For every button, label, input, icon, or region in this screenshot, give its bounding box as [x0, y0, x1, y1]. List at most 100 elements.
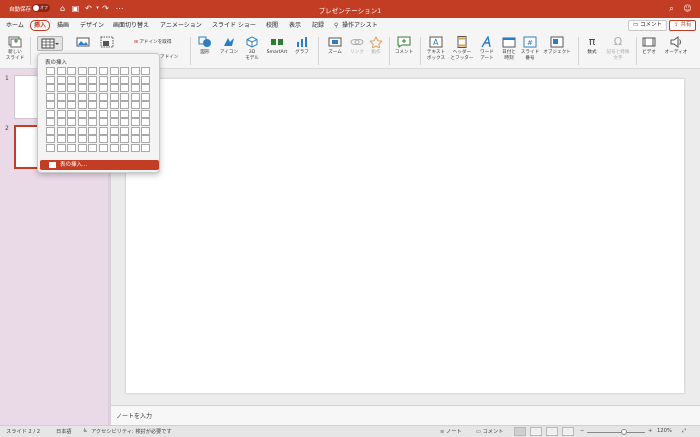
tab-record[interactable]: 記録 [312, 20, 324, 31]
table-grid-cell[interactable] [120, 143, 130, 152]
table-grid-cell[interactable] [99, 67, 108, 75]
table-grid-cell[interactable] [130, 118, 140, 126]
table-grid-cell[interactable] [130, 126, 140, 135]
table-grid-cell[interactable] [67, 75, 77, 84]
tab-draw[interactable]: 描画 [57, 20, 69, 31]
fit-to-window-icon[interactable]: ⤢ [682, 428, 686, 435]
smartart-button[interactable]: SmartArt [264, 36, 290, 56]
table-grid-cell[interactable] [130, 143, 140, 152]
table-grid-cell[interactable] [141, 84, 151, 92]
table-grid-cell[interactable] [67, 143, 77, 152]
table-grid-cell[interactable] [46, 118, 55, 126]
icons-button[interactable]: アイコン [218, 36, 240, 56]
table-grid-cell[interactable] [109, 84, 119, 92]
table-grid-cell[interactable] [56, 143, 66, 152]
slide-sorter-button[interactable] [530, 427, 542, 436]
table-grid-cell[interactable] [56, 126, 66, 135]
zoom-slider-thumb[interactable] [621, 429, 627, 435]
table-grid-cell[interactable] [130, 75, 140, 84]
table-grid-cell[interactable] [46, 109, 55, 118]
table-grid-cell[interactable] [120, 118, 130, 126]
normal-view-button[interactable] [514, 427, 526, 436]
table-size-grid[interactable] [46, 67, 152, 152]
table-grid-cell[interactable] [56, 75, 66, 84]
table-grid-cell[interactable] [46, 75, 55, 84]
table-grid-cell[interactable] [46, 143, 55, 152]
comments-toggle[interactable]: ▭ コメント [476, 428, 503, 435]
table-grid-cell[interactable] [77, 126, 87, 135]
table-grid-cell[interactable] [56, 109, 66, 118]
table-grid-cell[interactable] [88, 126, 98, 135]
table-grid-cell[interactable] [67, 118, 77, 126]
tab-slideshow[interactable]: スライド ショー [212, 20, 256, 31]
table-grid-cell[interactable] [67, 67, 77, 75]
table-grid-cell[interactable] [56, 92, 66, 101]
table-grid-cell[interactable] [99, 135, 108, 143]
table-grid-cell[interactable] [67, 84, 77, 92]
new-slide-button[interactable]: 新しい スライド [3, 36, 27, 61]
action-button[interactable]: 動作 [368, 36, 384, 56]
insert-table-menu-item[interactable]: 表の挿入... [40, 160, 159, 170]
table-grid-cell[interactable] [77, 143, 87, 152]
table-grid-cell[interactable] [77, 67, 87, 75]
table-grid-cell[interactable] [77, 92, 87, 101]
table-grid-cell[interactable] [77, 118, 87, 126]
audio-button[interactable]: オーディオ [662, 36, 690, 56]
notes-toggle[interactable]: ≡ ノート [440, 428, 462, 435]
chart-button[interactable]: グラフ [292, 36, 312, 56]
table-grid-cell[interactable] [99, 143, 108, 152]
pictures-button[interactable] [72, 36, 94, 50]
table-grid-cell[interactable] [88, 109, 98, 118]
table-grid-cell[interactable] [120, 126, 130, 135]
table-grid-cell[interactable] [99, 118, 108, 126]
table-grid-cell[interactable] [120, 75, 130, 84]
table-grid-cell[interactable] [141, 143, 151, 152]
table-grid-cell[interactable] [130, 84, 140, 92]
table-grid-cell[interactable] [141, 75, 151, 84]
table-grid-cell[interactable] [46, 84, 55, 92]
tab-transitions[interactable]: 画面切り替え [113, 20, 149, 31]
table-grid-cell[interactable] [109, 75, 119, 84]
table-grid-cell[interactable] [130, 67, 140, 75]
table-grid-cell[interactable] [56, 101, 66, 109]
zoom-out-icon[interactable]: − [580, 428, 584, 434]
symbol-button[interactable]: Ω 記号と特殊 文字 [604, 36, 632, 61]
header-footer-button[interactable]: ヘッダー とフッター [450, 36, 474, 61]
table-grid-cell[interactable] [109, 67, 119, 75]
table-grid-cell[interactable] [120, 101, 130, 109]
slide-number-button[interactable]: # スライド 番号 [520, 36, 540, 61]
tab-animations[interactable]: アニメーション [160, 20, 202, 31]
wordart-button[interactable]: ワード アート [476, 36, 498, 61]
table-grid-cell[interactable] [120, 84, 130, 92]
table-grid-cell[interactable] [46, 101, 55, 109]
get-addins-button[interactable]: ⊞ アドインを取得 [134, 40, 184, 46]
tab-review[interactable]: 校閲 [266, 20, 278, 31]
table-grid-cell[interactable] [120, 67, 130, 75]
person-icon[interactable]: ☺ [682, 3, 693, 14]
slide-canvas[interactable] [126, 79, 684, 393]
table-grid-cell[interactable] [99, 101, 108, 109]
table-grid-cell[interactable] [141, 101, 151, 109]
table-grid-cell[interactable] [99, 126, 108, 135]
3d-models-button[interactable]: 3D モデル [242, 36, 262, 61]
language-indicator[interactable]: 日本語 [56, 428, 72, 435]
table-grid-cell[interactable] [141, 67, 151, 75]
comments-button[interactable]: ▭ コメント [628, 20, 667, 31]
accessibility-status[interactable]: アクセシビリティ: 検討が必要です [91, 428, 172, 435]
table-grid-cell[interactable] [46, 126, 55, 135]
table-grid-cell[interactable] [77, 84, 87, 92]
table-grid-cell[interactable] [109, 118, 119, 126]
notes-pane[interactable]: ノートを入力 [111, 405, 700, 425]
tab-design[interactable]: デザイン [80, 20, 104, 31]
table-grid-cell[interactable] [88, 84, 98, 92]
table-button[interactable] [37, 36, 63, 51]
slideshow-button[interactable] [562, 427, 574, 436]
table-grid-cell[interactable] [130, 101, 140, 109]
my-addins-button[interactable]: アドイン [160, 55, 185, 61]
zoom-level[interactable]: 120% [657, 428, 672, 434]
table-grid-cell[interactable] [99, 92, 108, 101]
tab-tell-me[interactable]: 操作アシスト [342, 20, 378, 31]
table-grid-cell[interactable] [109, 109, 119, 118]
table-grid-cell[interactable] [88, 135, 98, 143]
table-grid-cell[interactable] [67, 126, 77, 135]
